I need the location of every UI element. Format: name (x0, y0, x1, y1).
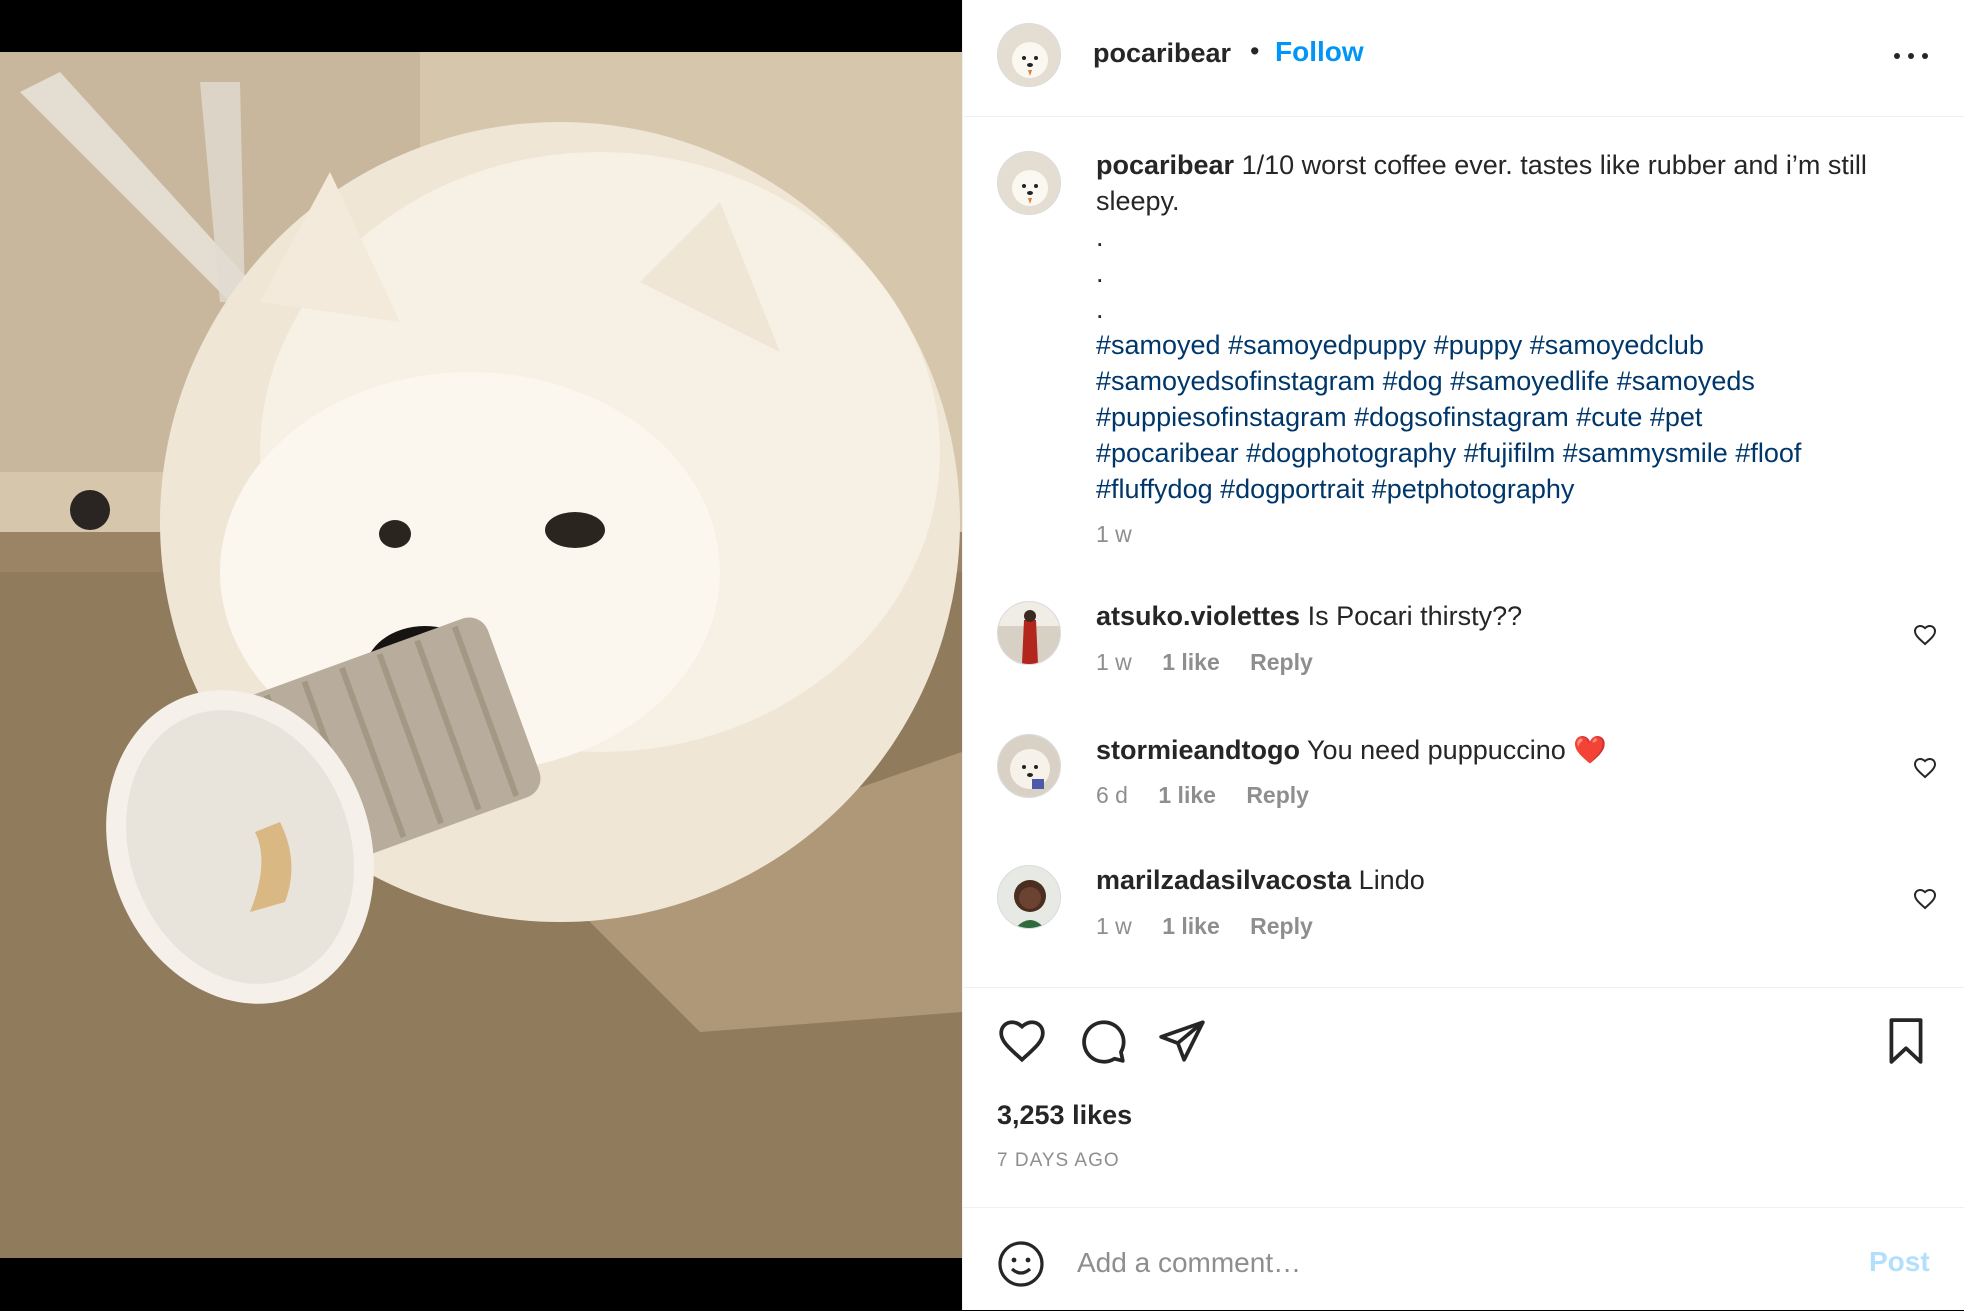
comment-username[interactable]: atsuko.violettes (1096, 601, 1300, 631)
comment-likes[interactable]: 1 like (1162, 913, 1220, 939)
post-sidebar: pocaribear • Follow pocaribear 1/10 wors… (962, 0, 1964, 1310)
hashtag-line[interactable]: #samoyed #samoyedpuppy #puppy #samoyedcl… (1096, 327, 1916, 363)
hashtag-line[interactable]: #puppiesofinstagram #dogsofinstagram #cu… (1096, 399, 1916, 435)
instagram-post-modal: pocaribear • Follow pocaribear 1/10 wors… (0, 0, 1964, 1310)
post-photo[interactable] (0, 52, 962, 1258)
bookmark-icon[interactable] (1881, 1016, 1931, 1066)
commenter-avatar[interactable] (997, 601, 1061, 665)
comment-input[interactable] (1075, 1238, 1799, 1288)
post-caption: pocaribear 1/10 worst coffee ever. taste… (1096, 147, 1916, 507)
header-separator: • (1250, 36, 1260, 66)
heart-icon[interactable] (997, 1016, 1047, 1066)
likes-count[interactable]: 3,253 likes (997, 1100, 1132, 1131)
post-comment-button[interactable]: Post (1869, 1246, 1930, 1278)
reply-button[interactable]: Reply (1250, 649, 1313, 675)
paper-plane-icon[interactable] (1157, 1016, 1207, 1066)
author-username[interactable]: pocaribear (1093, 38, 1231, 69)
follow-button[interactable]: Follow (1275, 36, 1364, 68)
caption-username[interactable]: pocaribear (1096, 150, 1234, 180)
heart-icon[interactable] (1913, 623, 1937, 647)
heart-icon[interactable] (1913, 887, 1937, 911)
hashtag-line[interactable]: #pocaribear #dogphotography #fujifilm #s… (1096, 435, 1916, 471)
comment-meta: 6 d 1 like Reply (1096, 782, 1333, 809)
author-avatar[interactable] (997, 23, 1061, 87)
comments-list[interactable]: pocaribear 1/10 worst coffee ever. taste… (963, 117, 1964, 987)
heart-icon[interactable] (1913, 756, 1937, 780)
comment-username[interactable]: marilzadasilvacosta (1096, 865, 1351, 895)
commenter-avatar[interactable] (997, 865, 1061, 929)
post-actions: 3,253 likes 7 DAYS AGO (963, 987, 1964, 1208)
commenter-avatar[interactable] (997, 734, 1061, 798)
comment-item: stormieandtogo You need puppuccino ❤️ 6 … (963, 734, 1964, 854)
comment-meta: 1 w 1 like Reply (1096, 649, 1337, 676)
post-header: pocaribear • Follow (963, 0, 1964, 117)
comment-body: Lindo (1358, 865, 1425, 895)
comment-body: Is Pocari thirsty?? (1307, 601, 1523, 631)
hashtag-line[interactable]: #fluffydog #dogportrait #petphotography (1096, 471, 1916, 507)
comment-time[interactable]: 1 w (1096, 913, 1132, 939)
caption-avatar[interactable] (997, 151, 1061, 215)
caption-timestamp[interactable]: 1 w (1096, 521, 1132, 548)
caption-dot: . (1096, 294, 1104, 324)
comment-meta: 1 w 1 like Reply (1096, 913, 1337, 940)
comment-likes[interactable]: 1 like (1162, 649, 1220, 675)
comment-time[interactable]: 1 w (1096, 649, 1132, 675)
hashtag-line[interactable]: #samoyedsofinstagram #dog #samoyedlife #… (1096, 363, 1916, 399)
caption-dot: . (1096, 258, 1104, 288)
comment-body: You need puppuccino ❤️ (1307, 735, 1607, 765)
smiley-icon[interactable] (997, 1240, 1045, 1288)
comment-likes[interactable]: 1 like (1158, 782, 1216, 808)
comment-item: marilzadasilvacosta Lindo 1 w 1 like Rep… (963, 865, 1964, 985)
comment-text: stormieandtogo You need puppuccino ❤️ (1096, 734, 1607, 766)
comment-text: marilzadasilvacosta Lindo (1096, 865, 1425, 896)
comment-bubble-icon[interactable] (1078, 1016, 1128, 1066)
reply-button[interactable]: Reply (1246, 782, 1309, 808)
caption-dots: . . . (1096, 219, 1916, 327)
comment-username[interactable]: stormieandtogo (1096, 735, 1300, 765)
comment-item: atsuko.violettes Is Pocari thirsty?? 1 w… (963, 601, 1964, 721)
caption-dot: . (1096, 222, 1104, 252)
comment-time[interactable]: 6 d (1096, 782, 1128, 808)
post-media (0, 0, 962, 1310)
more-horizontal-icon[interactable] (1889, 38, 1933, 72)
add-comment-bar: Post (963, 1207, 1964, 1311)
reply-button[interactable]: Reply (1250, 913, 1313, 939)
post-timestamp[interactable]: 7 DAYS AGO (997, 1150, 1120, 1172)
caption-hashtags[interactable]: #samoyed #samoyedpuppy #puppy #samoyedcl… (1096, 327, 1916, 507)
comment-text: atsuko.violettes Is Pocari thirsty?? (1096, 601, 1522, 632)
